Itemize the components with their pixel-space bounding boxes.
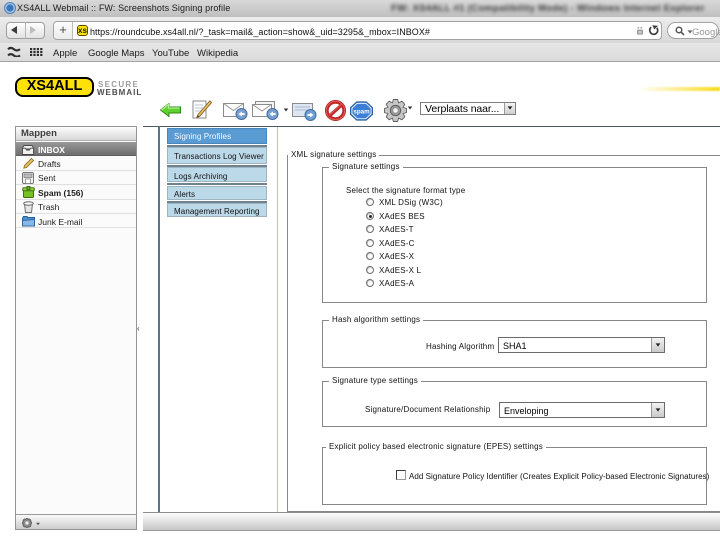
svg-text:spam: spam [353,108,370,115]
